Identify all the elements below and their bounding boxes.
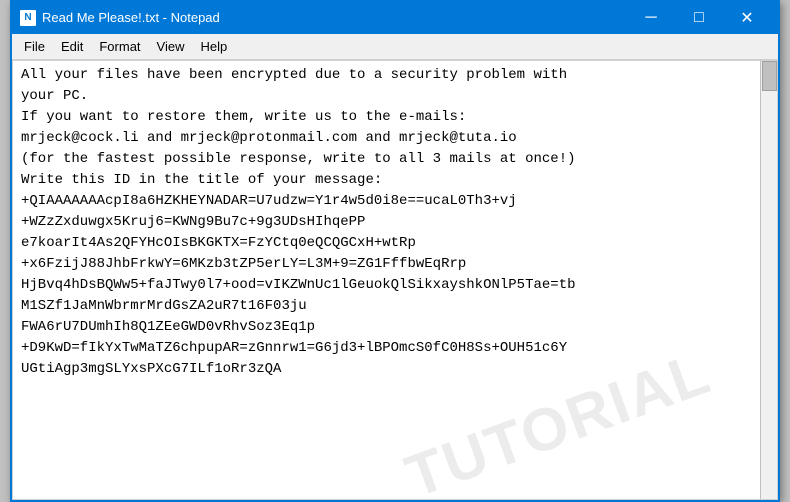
menu-edit[interactable]: Edit (53, 36, 91, 57)
title-bar: N Read Me Please!.txt - Notepad ─ □ ✕ (12, 2, 778, 34)
close-button[interactable]: ✕ (724, 6, 770, 30)
menu-view[interactable]: View (149, 36, 193, 57)
notepad-icon: N (20, 10, 36, 26)
menu-help[interactable]: Help (192, 36, 235, 57)
scrollbar[interactable] (760, 61, 777, 499)
content-area[interactable]: All your files have been encrypted due t… (12, 60, 778, 500)
menu-format[interactable]: Format (91, 36, 148, 57)
notepad-window: N Read Me Please!.txt - Notepad ─ □ ✕ Fi… (10, 0, 780, 502)
menu-file[interactable]: File (16, 36, 53, 57)
title-bar-left: N Read Me Please!.txt - Notepad (20, 10, 220, 26)
scrollbar-thumb[interactable] (762, 61, 777, 91)
minimize-button[interactable]: ─ (628, 6, 674, 30)
window-title: Read Me Please!.txt - Notepad (42, 10, 220, 25)
title-controls: ─ □ ✕ (628, 6, 770, 30)
notepad-content: All your files have been encrypted due t… (21, 65, 769, 380)
menu-bar: File Edit Format View Help (12, 34, 778, 60)
maximize-button[interactable]: □ (676, 6, 722, 30)
